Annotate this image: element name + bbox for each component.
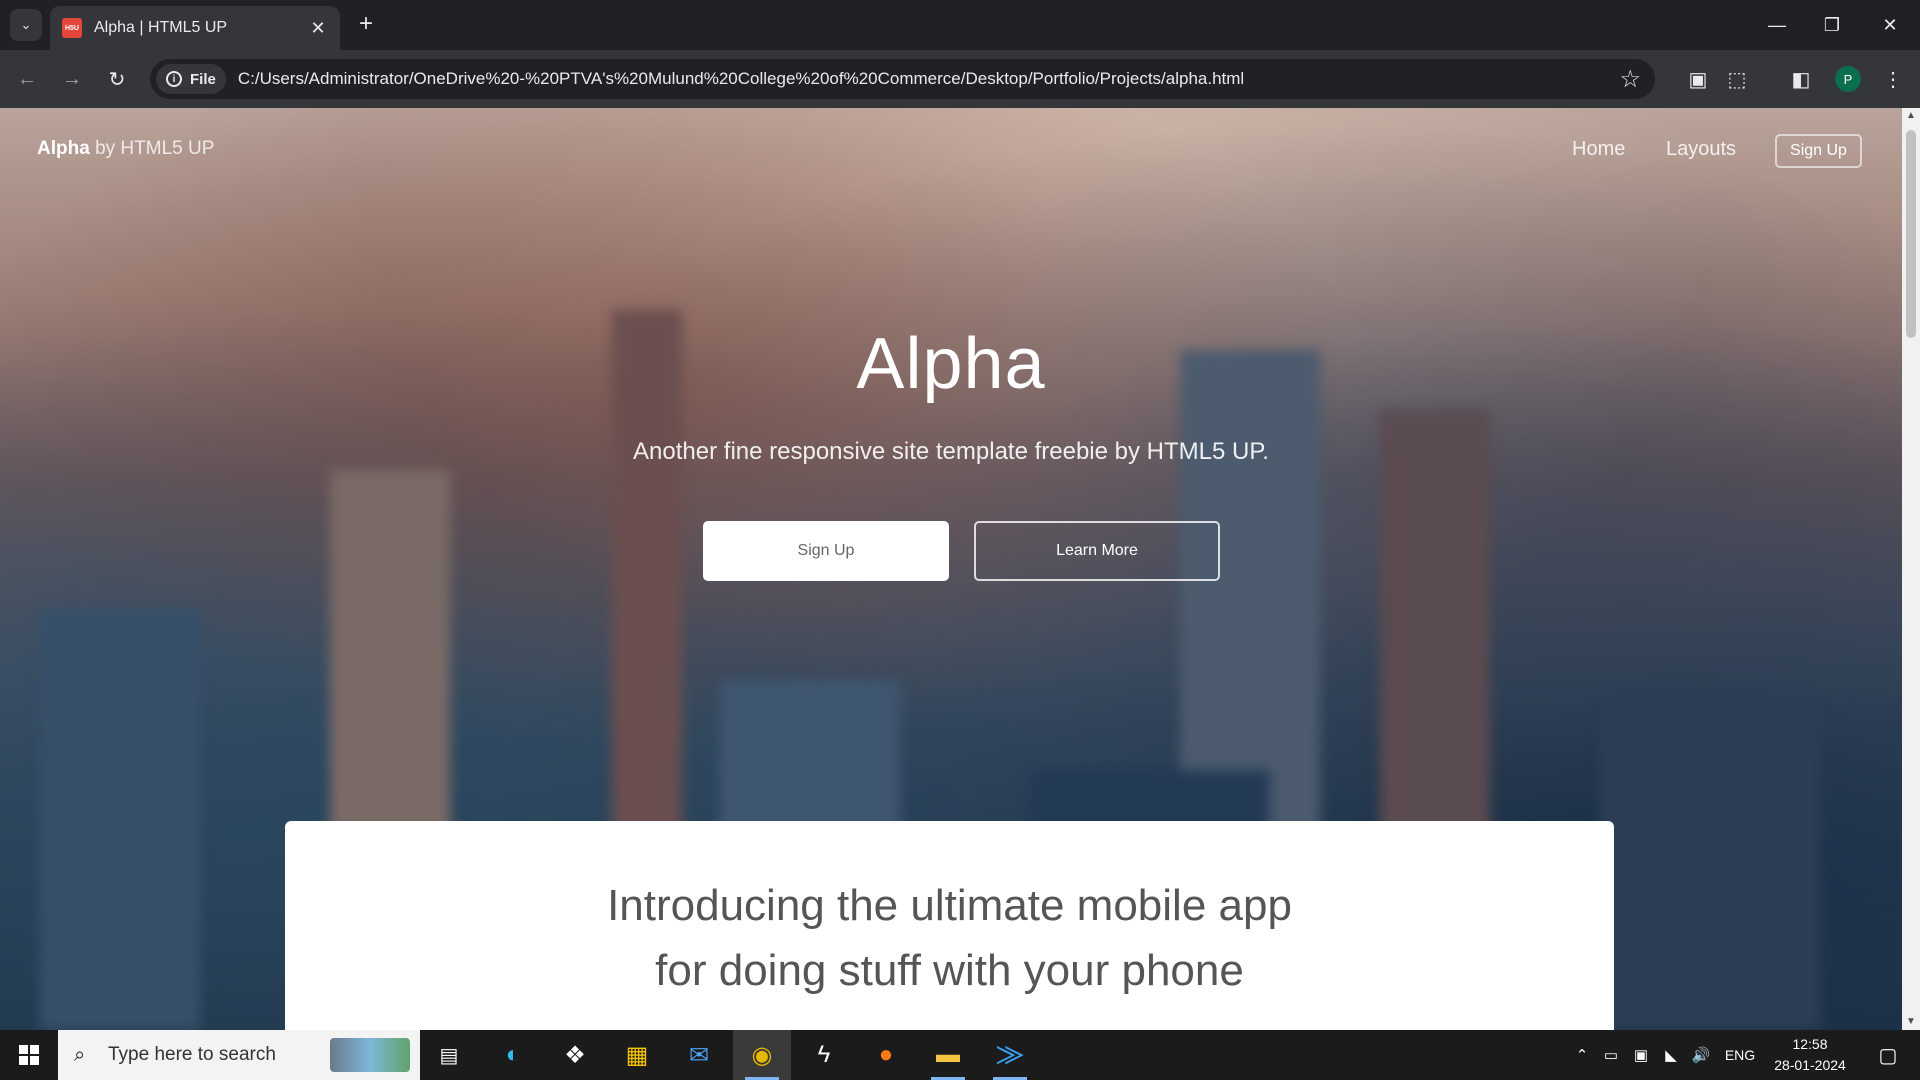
start-button[interactable] — [0, 1030, 58, 1080]
logo-name: Alpha — [37, 138, 90, 159]
hero-title: Alpha — [856, 324, 1046, 404]
tab-title: Alpha | HTML5 UP — [94, 19, 228, 36]
profile-avatar[interactable]: P — [1835, 66, 1861, 92]
store-icon[interactable]: ▦ — [608, 1030, 666, 1080]
scroll-down-arrow-icon[interactable]: ▼ — [1902, 1014, 1920, 1030]
page-viewport: Alpha by HTML5 UP Home Layouts Sign Up A… — [0, 108, 1902, 1030]
bookmark-star-icon[interactable]: ☆ — [1619, 65, 1641, 94]
page-scrollbar[interactable]: ▲ ▼ — [1902, 108, 1920, 1030]
new-tab-plus-icon[interactable]: + — [352, 10, 380, 38]
edge-icon[interactable]: ◐ — [484, 1030, 542, 1080]
hero-subtitle: Another fine responsive site template fr… — [633, 438, 1269, 465]
tab-bar: ⌄ H5U Alpha | HTML5 UP ✕ + — ❐ ✕ — [0, 0, 1920, 50]
language-indicator[interactable]: ENG — [1720, 1030, 1760, 1080]
background-building — [40, 610, 200, 1030]
learn-more-button[interactable]: Learn More — [974, 521, 1220, 581]
favicon-icon: H5U — [62, 18, 82, 38]
site-info-chip[interactable]: i File — [156, 64, 226, 94]
file-explorer-icon[interactable]: ▬ — [919, 1030, 977, 1080]
menu-kebab-icon[interactable]: ⋮ — [1878, 64, 1908, 94]
nav-signup-button[interactable]: Sign Up — [1775, 134, 1862, 168]
signup-button[interactable]: Sign Up — [703, 521, 949, 581]
intro-heading: Introducing the ultimate mobile app for … — [285, 873, 1614, 1003]
taskbar-search[interactable]: ⌕ Type here to search — [58, 1030, 420, 1080]
clock-time: 12:58 — [1792, 1036, 1828, 1052]
forward-arrow-icon[interactable]: → — [55, 62, 89, 96]
intro-panel: Introducing the ultimate mobile app for … — [285, 821, 1614, 1030]
browser-tab-active[interactable]: H5U Alpha | HTML5 UP ✕ — [50, 6, 340, 50]
firefox-icon[interactable]: ● — [857, 1030, 915, 1080]
search-highlight-image — [330, 1038, 410, 1072]
scroll-up-arrow-icon[interactable]: ▲ — [1902, 108, 1920, 124]
restore-icon[interactable]: ❐ — [1810, 8, 1854, 42]
url-text[interactable]: C:/Users/Administrator/OneDrive%20-%20PT… — [238, 69, 1244, 89]
nav-layouts-link[interactable]: Layouts — [1666, 138, 1736, 161]
dropbox-icon[interactable]: ❖ — [546, 1030, 604, 1080]
windows-logo-icon — [19, 1045, 39, 1065]
battery-icon[interactable]: ▭ — [1598, 1030, 1624, 1080]
network-icon[interactable]: ◣ — [1658, 1030, 1684, 1080]
volume-icon[interactable]: 🔊 — [1688, 1030, 1714, 1080]
search-icon: ⌕ — [74, 1043, 86, 1066]
extension-puzzle-icon[interactable]: ▣ — [1683, 64, 1713, 94]
close-window-icon[interactable]: ✕ — [1868, 8, 1912, 42]
extensions-icon[interactable]: ⬚ — [1722, 64, 1752, 94]
vscode-icon[interactable]: ⨠ — [981, 1030, 1039, 1080]
taskbar-clock[interactable]: 12:58 28-01-2024 — [1764, 1034, 1856, 1076]
search-placeholder: Type here to search — [108, 1044, 276, 1065]
tray-chevron-up-icon[interactable]: ⌃ — [1570, 1030, 1594, 1080]
minimize-icon[interactable]: — — [1755, 8, 1799, 42]
reload-icon[interactable]: ↻ — [100, 62, 134, 96]
intro-heading-line2: for doing stuff with your phone — [655, 946, 1244, 995]
device-icon[interactable]: ▣ — [1628, 1030, 1654, 1080]
site-chip-label: File — [190, 70, 216, 88]
notification-icon[interactable]: ▢ — [1864, 1030, 1912, 1080]
logo-by: by HTML5 UP — [95, 138, 215, 159]
site-logo[interactable]: Alpha by HTML5 UP — [37, 138, 214, 160]
side-panel-icon[interactable]: ◧ — [1786, 64, 1816, 94]
background-building — [1600, 700, 1820, 1030]
tab-close-icon[interactable]: ✕ — [308, 18, 328, 39]
chrome-icon[interactable]: ◉ — [733, 1030, 791, 1080]
browser-toolbar: ← → ↻ i File C:/Users/Administrator/OneD… — [0, 50, 1920, 108]
clock-date: 28-01-2024 — [1774, 1057, 1846, 1073]
app-bolt-icon[interactable]: ϟ — [795, 1030, 853, 1080]
scroll-thumb[interactable] — [1906, 130, 1916, 338]
info-icon: i — [166, 71, 182, 87]
back-arrow-icon[interactable]: ← — [10, 62, 44, 96]
nav-home-link[interactable]: Home — [1572, 138, 1625, 161]
tab-search-chevron-icon[interactable]: ⌄ — [10, 9, 42, 41]
windows-taskbar: ⌕ Type here to search ▤ ◐ ❖ ▦ ✉ ◉ ϟ ● ▬ … — [0, 1030, 1920, 1080]
task-view-icon[interactable]: ▤ — [420, 1030, 478, 1080]
intro-heading-line1: Introducing the ultimate mobile app — [607, 881, 1292, 930]
address-bar[interactable]: i File C:/Users/Administrator/OneDrive%2… — [150, 59, 1655, 99]
mail-icon[interactable]: ✉ — [670, 1030, 728, 1080]
